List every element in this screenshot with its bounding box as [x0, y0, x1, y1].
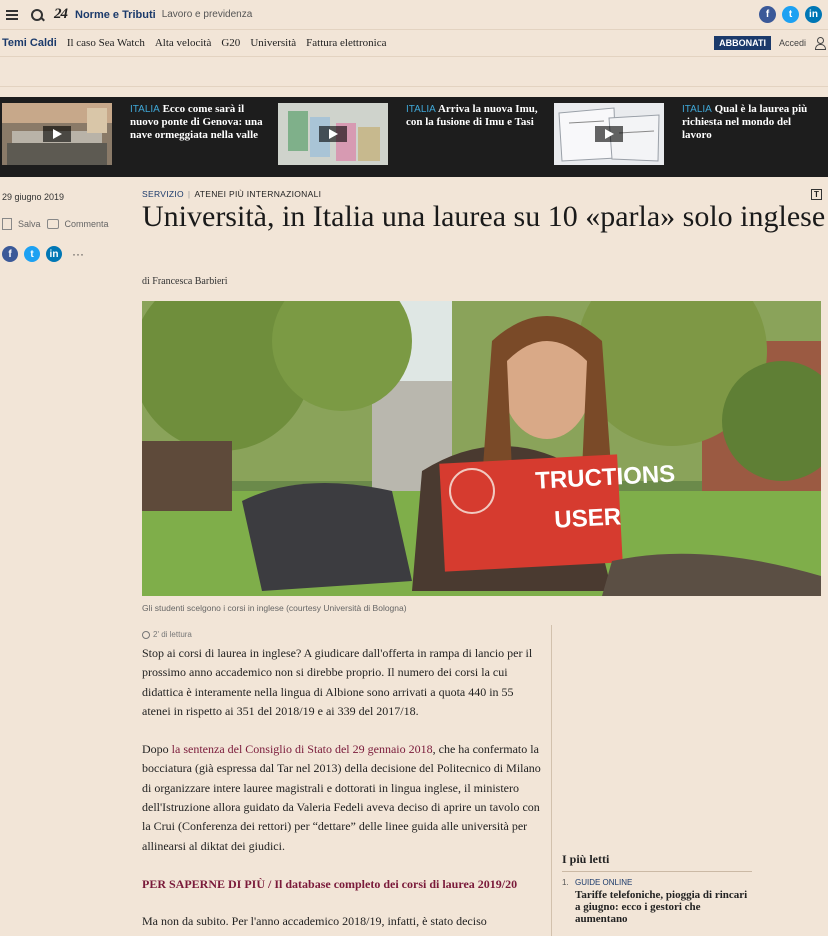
- article-date: 29 giugno 2019: [2, 192, 65, 202]
- text-size-icon[interactable]: T: [811, 189, 822, 200]
- hot-topics-nav: Temi Caldi Il caso Sea Watch Alta veloci…: [0, 30, 828, 57]
- video-strip: ITALIA Ecco come sarà il nuovo ponte di …: [0, 97, 828, 177]
- reading-time-label: 2' di lettura: [153, 630, 192, 639]
- subsection-label[interactable]: Lavoro e previdenza: [162, 9, 253, 20]
- play-icon[interactable]: [319, 126, 347, 142]
- video-item[interactable]: ITALIA Qual è la laurea più richiesta ne…: [552, 97, 828, 177]
- article-photo: TRUCTIONS USER: [142, 301, 821, 596]
- nav-temi-caldi[interactable]: Temi Caldi: [2, 37, 57, 49]
- item-headline[interactable]: Tariffe telefoniche, pioggia di rincari …: [575, 889, 755, 925]
- byline: di Francesca Barbieri: [142, 276, 228, 287]
- video-thumbnail[interactable]: [278, 103, 388, 165]
- item-tag[interactable]: GUIDE ONLINE: [575, 878, 755, 887]
- user-icon[interactable]: [814, 37, 826, 50]
- book-cover-text: USER: [554, 503, 622, 533]
- login-link[interactable]: Accedi: [779, 38, 806, 48]
- ad-band: [0, 57, 828, 87]
- section-brand[interactable]: Norme e Tributi: [75, 9, 156, 21]
- facebook-icon[interactable]: f: [759, 6, 776, 23]
- comment-icon[interactable]: [46, 219, 59, 229]
- video-tag: ITALIA: [406, 104, 436, 115]
- video-thumbnail[interactable]: [2, 103, 112, 165]
- search-icon[interactable]: [30, 8, 44, 22]
- video-item[interactable]: ITALIA Arriva la nuova Imu, con la fusio…: [276, 97, 552, 177]
- linkedin-icon[interactable]: in: [805, 6, 822, 23]
- play-icon[interactable]: [43, 126, 71, 142]
- paragraph: Stop ai corsi di laurea in inglese? A gi…: [142, 646, 533, 718]
- item-number: 1.: [562, 878, 569, 887]
- subscribe-button[interactable]: ABBONATI: [714, 36, 771, 50]
- menu-icon[interactable]: [6, 9, 18, 20]
- clock-icon: [142, 630, 150, 639]
- linkedin-icon[interactable]: in: [46, 246, 62, 262]
- article-actions: Salva Commenta: [2, 218, 109, 230]
- play-icon[interactable]: [595, 126, 623, 142]
- video-item[interactable]: ITALIA Ecco come sarà il nuovo ponte di …: [0, 97, 276, 177]
- bookmark-icon[interactable]: [2, 218, 12, 230]
- paragraph: Ma non da subito. Per l'anno accademico …: [142, 914, 487, 929]
- nav-alta-velocita[interactable]: Alta velocità: [155, 37, 212, 49]
- top-bar: 24 Norme e Tributi Lavoro e previdenza f…: [0, 0, 828, 30]
- twitter-icon[interactable]: t: [24, 246, 40, 262]
- article-kicker: SERVIZIO | ATENEI PIÙ INTERNAZIONALI: [142, 189, 322, 199]
- nav-g20[interactable]: G20: [221, 37, 240, 49]
- section-label[interactable]: SERVIZIO: [142, 189, 184, 199]
- reading-time: 2' di lettura: [142, 630, 192, 639]
- nav-fattura[interactable]: Fattura elettronica: [306, 37, 386, 49]
- nav-sea-watch[interactable]: Il caso Sea Watch: [67, 37, 145, 49]
- facebook-icon[interactable]: f: [2, 246, 18, 262]
- twitter-icon[interactable]: t: [782, 6, 799, 23]
- video-thumbnail[interactable]: [554, 103, 664, 165]
- topic-label[interactable]: ATENEI PIÙ INTERNAZIONALI: [194, 189, 321, 199]
- video-tag: ITALIA: [682, 104, 712, 115]
- save-button[interactable]: Salva: [18, 219, 41, 229]
- sentence-link[interactable]: la sentenza del Consiglio di Stato del 2…: [172, 742, 433, 756]
- comment-button[interactable]: Commenta: [65, 219, 109, 229]
- photo-caption: Gli studenti scelgono i corsi in inglese…: [142, 603, 407, 613]
- article-title: Università, in Italia una laurea su 10 «…: [142, 200, 826, 233]
- nav-universita[interactable]: Università: [250, 37, 296, 49]
- paragraph: Dopo la sentenza del Consiglio di Stato …: [142, 742, 541, 853]
- column-divider: [551, 625, 552, 936]
- site-logo[interactable]: 24: [54, 6, 68, 23]
- video-tag: ITALIA: [130, 104, 160, 115]
- most-read-item[interactable]: 1. GUIDE ONLINE Tariffe telefoniche, pio…: [562, 878, 762, 925]
- header-social: f t in: [759, 6, 822, 23]
- more-share-button[interactable]: ···: [72, 247, 84, 261]
- related-link[interactable]: PER SAPERNE DI PIÙ / Il database complet…: [142, 875, 544, 894]
- share-bar: f t in ···: [2, 246, 84, 262]
- most-read-title: I più letti: [562, 852, 610, 866]
- divider: [562, 871, 752, 872]
- article-body: Stop ai corsi di laurea in inglese? A gi…: [142, 644, 544, 936]
